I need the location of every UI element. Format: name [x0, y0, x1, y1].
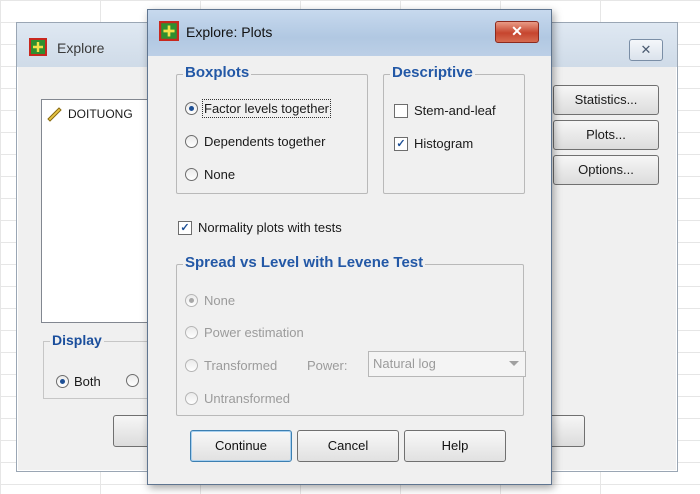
explore-window-title: Explore	[57, 40, 105, 56]
boxplots-dependents-radio[interactable]: Dependents together	[185, 134, 325, 149]
explore-close-button[interactable]: ✕	[629, 39, 663, 61]
display-both-label: Both	[74, 374, 101, 389]
checkmark-icon: ✓	[178, 220, 192, 235]
display-both-radio[interactable]: Both	[56, 374, 101, 389]
histogram-label: Histogram	[414, 136, 474, 151]
boxplots-group: Boxplots Factor levels together Dependen…	[176, 64, 368, 194]
dialog-close-button[interactable]: ✕	[495, 21, 539, 43]
radio-indicator	[185, 359, 198, 372]
descriptive-group: Descriptive Stem-and-leaf ✓ Histogram	[383, 64, 525, 194]
radio-indicator	[185, 102, 198, 115]
continue-button[interactable]: Continue	[190, 430, 292, 462]
histogram-checkbox[interactable]: ✓ Histogram	[394, 136, 473, 151]
spread-power-estimation-label: Power estimation	[204, 325, 304, 340]
dialog-titlebar: Explore: Plots ✕	[148, 10, 551, 56]
variable-list[interactable]: DOITUONG	[41, 99, 153, 323]
spread-transformed-radio[interactable]: Transformed	[185, 358, 277, 373]
boxplots-legend: Boxplots	[183, 64, 252, 81]
boxplots-dependents-label: Dependents together	[204, 134, 326, 149]
radio-indicator	[185, 294, 198, 307]
spread-transformed-label: Transformed	[204, 358, 278, 373]
boxplots-factor-levels-label: Factor levels together	[201, 99, 332, 118]
chevron-down-icon	[509, 361, 519, 366]
options-button[interactable]: Options...	[553, 155, 659, 185]
checkbox-indicator	[394, 103, 408, 118]
radio-indicator	[185, 168, 198, 181]
spread-power-estimation-radio[interactable]: Power estimation	[185, 325, 304, 340]
spss-app-icon	[29, 38, 47, 56]
normality-plots-label: Normality plots with tests	[198, 220, 342, 235]
boxplots-none-radio[interactable]: None	[185, 167, 235, 182]
explore-plots-dialog: Explore: Plots ✕ Boxplots Factor levels …	[147, 9, 552, 485]
plots-button[interactable]: Plots...	[553, 120, 659, 150]
spread-none-label: None	[204, 293, 236, 308]
stem-and-leaf-label: Stem-and-leaf	[414, 103, 496, 118]
power-dropdown[interactable]: Natural log	[368, 351, 526, 377]
radio-indicator	[56, 375, 69, 388]
dialog-title: Explore: Plots	[186, 24, 273, 40]
stem-and-leaf-checkbox[interactable]: Stem-and-leaf	[394, 103, 496, 118]
spread-vs-level-legend: Spread vs Level with Levene Test	[183, 254, 426, 271]
boxplots-none-label: None	[204, 167, 236, 182]
radio-indicator	[185, 135, 198, 148]
list-item[interactable]: DOITUONG	[46, 106, 133, 122]
power-dropdown-value: Natural log	[373, 356, 436, 371]
boxplots-factor-levels-radio[interactable]: Factor levels together	[185, 99, 332, 118]
checkmark-icon: ✓	[394, 136, 408, 151]
ruler-icon	[47, 107, 62, 122]
radio-indicator	[126, 374, 139, 387]
explore-help-button[interactable]	[547, 415, 585, 447]
normality-plots-checkbox[interactable]: ✓ Normality plots with tests	[178, 220, 342, 235]
spread-none-radio[interactable]: None	[185, 293, 235, 308]
spread-vs-level-group: Spread vs Level with Levene Test None Po…	[176, 254, 524, 416]
variable-name: DOITUONG	[68, 107, 133, 121]
spread-untransformed-label: Untransformed	[204, 391, 290, 406]
descriptive-legend: Descriptive	[390, 64, 475, 81]
display-legend: Display	[50, 332, 104, 348]
radio-indicator	[185, 326, 198, 339]
help-button[interactable]: Help	[404, 430, 506, 462]
spss-app-icon	[159, 21, 179, 41]
power-label: Power:	[307, 358, 348, 373]
cancel-button[interactable]: Cancel	[297, 430, 399, 462]
spread-untransformed-radio[interactable]: Untransformed	[185, 391, 290, 406]
dialog-body: Boxplots Factor levels together Dependen…	[156, 56, 543, 476]
display-statistics-radio[interactable]	[126, 374, 139, 387]
statistics-button[interactable]: Statistics...	[553, 85, 659, 115]
radio-indicator	[185, 392, 198, 405]
